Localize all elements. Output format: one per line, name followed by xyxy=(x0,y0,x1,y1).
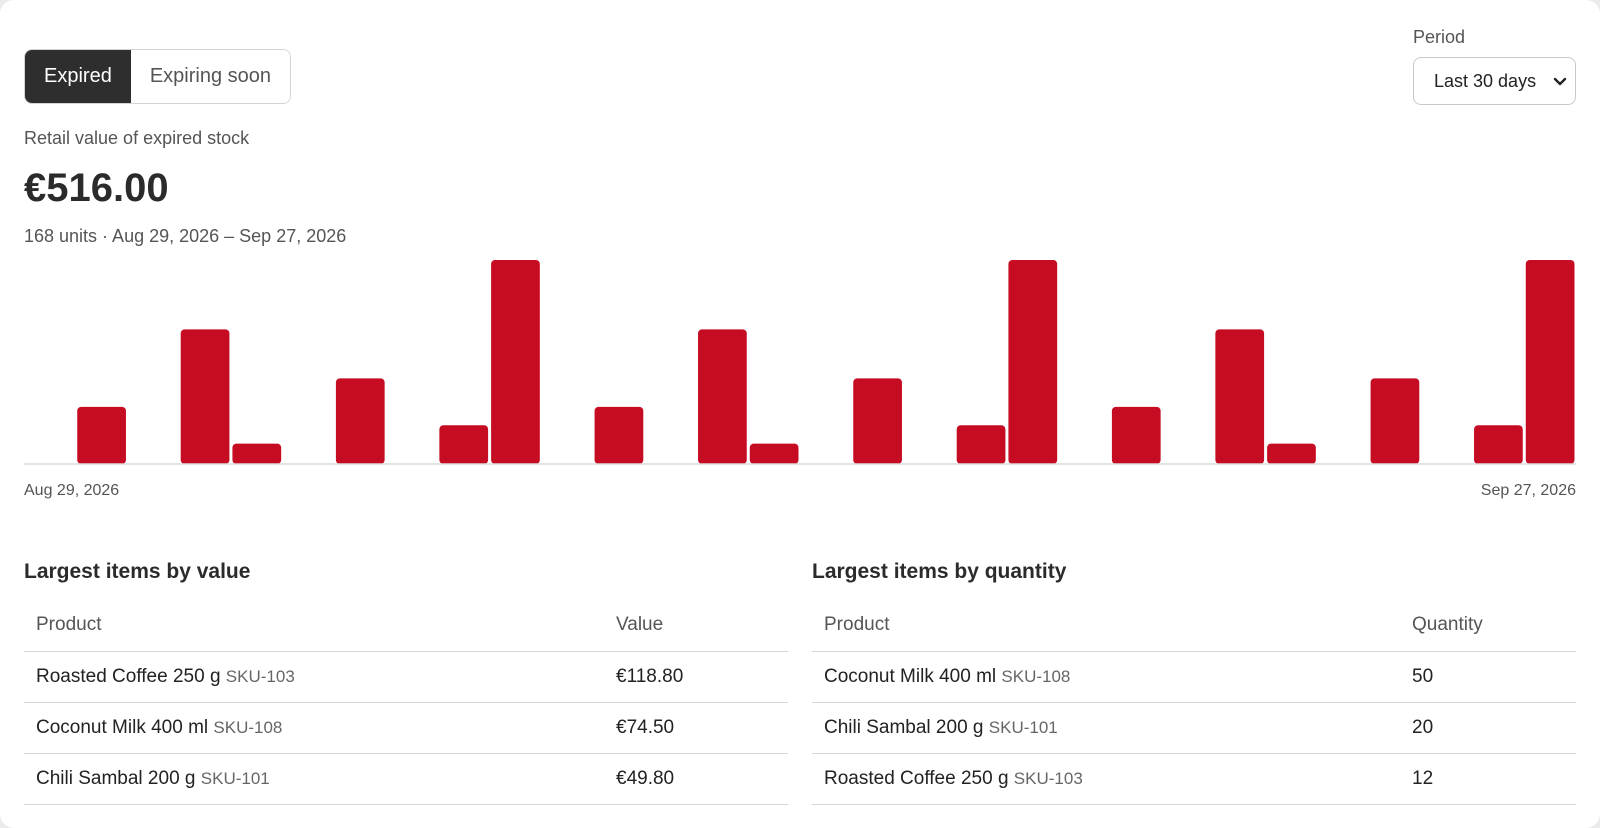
chart-bars xyxy=(77,260,1575,464)
summary-caption: Retail value of expired stock xyxy=(24,128,250,148)
chart-bar[interactable] xyxy=(956,425,1006,464)
quantity-cell: 20 xyxy=(1400,702,1576,754)
value-table: Product Value Roasted Coffee 250 g SKU-1… xyxy=(24,600,788,805)
table-header-row: Product Value xyxy=(24,600,788,652)
product-name: Chili Sambal 200 g xyxy=(36,767,196,789)
quantity-cell: 50 xyxy=(1400,651,1576,703)
table-row[interactable]: Roasted Coffee 250 g SKU-103 €118.80 xyxy=(24,651,788,703)
product-name: Coconut Milk 400 ml xyxy=(824,665,997,687)
chart-bar[interactable] xyxy=(1370,378,1420,464)
period-select[interactable]: Last 30 days xyxy=(1413,57,1576,105)
chart-bar[interactable] xyxy=(180,329,230,464)
chart-bar[interactable] xyxy=(749,443,799,464)
x-axis-start-label: Aug 29, 2026 xyxy=(24,482,120,499)
table-header-row: Product Quantity xyxy=(812,600,1576,652)
summary-subline: 168 units · Aug 29, 2026 – Sep 27, 2026 xyxy=(24,226,347,246)
product-sku: SKU-108 xyxy=(213,717,283,737)
value-cell: €74.50 xyxy=(604,702,788,754)
chart-bar[interactable] xyxy=(1525,260,1575,464)
chart-bar[interactable] xyxy=(335,378,385,464)
product-sku: SKU-103 xyxy=(1013,768,1083,788)
column-header-quantity: Quantity xyxy=(1400,600,1576,652)
section-title: Largest items by quantity xyxy=(812,560,1067,583)
product-sku: SKU-101 xyxy=(200,768,270,788)
product-name: Roasted Coffee 250 g xyxy=(824,767,1009,789)
status-tabs: Expired Expiring soon xyxy=(24,49,291,104)
chart-bar[interactable] xyxy=(853,378,902,464)
product-cell: Coconut Milk 400 ml SKU-108 xyxy=(24,702,604,754)
largest-by-value-section: Largest items by value Product Value Roa… xyxy=(24,560,788,805)
section-title: Largest items by value xyxy=(24,560,251,583)
chart-bar[interactable] xyxy=(1008,260,1058,464)
table-row[interactable]: Chili Sambal 200 g SKU-101 €49.80 xyxy=(24,753,788,805)
product-sku: SKU-108 xyxy=(1001,666,1071,686)
tab-expiring-soon[interactable]: Expiring soon xyxy=(130,50,290,103)
product-name: Roasted Coffee 250 g xyxy=(36,665,221,687)
chart-bar[interactable] xyxy=(1111,406,1161,464)
value-cell: €49.80 xyxy=(604,753,788,805)
chart-bar[interactable] xyxy=(594,406,644,464)
chart-bar[interactable] xyxy=(77,406,126,464)
column-header-product: Product xyxy=(812,600,1400,652)
quantity-table: Product Quantity Coconut Milk 400 ml SKU… xyxy=(812,600,1576,805)
product-cell: Coconut Milk 400 ml SKU-108 xyxy=(812,651,1400,703)
product-name: Coconut Milk 400 ml xyxy=(36,716,209,738)
tab-expired[interactable]: Expired xyxy=(25,50,131,103)
expired-value-bar-chart xyxy=(24,260,1576,465)
chart-bar[interactable] xyxy=(232,443,282,464)
chart-bar[interactable] xyxy=(491,260,540,464)
column-header-value: Value xyxy=(604,600,788,652)
column-header-product: Product xyxy=(24,600,604,652)
table-row[interactable]: Coconut Milk 400 ml SKU-108 €74.50 xyxy=(24,702,788,754)
product-cell: Roasted Coffee 250 g SKU-103 xyxy=(24,651,604,703)
quantity-cell: 12 xyxy=(1400,753,1576,805)
largest-by-quantity-section: Largest items by quantity Product Quanti… xyxy=(812,560,1576,805)
product-cell: Roasted Coffee 250 g SKU-103 xyxy=(812,753,1400,805)
product-name: Chili Sambal 200 g xyxy=(824,716,984,738)
period-label: Period xyxy=(1413,27,1466,47)
period-selected-value: Last 30 days xyxy=(1434,70,1537,91)
table-row[interactable]: Coconut Milk 400 ml SKU-108 50 xyxy=(812,651,1576,703)
x-axis-end-label: Sep 27, 2026 xyxy=(1480,482,1576,499)
chart-bar[interactable] xyxy=(1215,329,1265,464)
product-sku: SKU-103 xyxy=(225,666,295,686)
total-value: €516.00 xyxy=(24,166,169,210)
product-cell: Chili Sambal 200 g SKU-101 xyxy=(812,702,1400,754)
value-cell: €118.80 xyxy=(604,651,788,703)
product-sku: SKU-101 xyxy=(988,717,1058,737)
table-row[interactable]: Roasted Coffee 250 g SKU-103 12 xyxy=(812,753,1576,805)
chevron-down-icon xyxy=(1553,77,1567,86)
chart-bar[interactable] xyxy=(698,329,747,464)
chart-bar[interactable] xyxy=(439,425,489,464)
product-cell: Chili Sambal 200 g SKU-101 xyxy=(24,753,604,805)
chart-bar[interactable] xyxy=(1267,443,1316,464)
chart-bar[interactable] xyxy=(1474,425,1523,464)
expiry-report-card: Expired Expiring soon Period Last 30 day… xyxy=(0,0,1600,828)
table-row[interactable]: Chili Sambal 200 g SKU-101 20 xyxy=(812,702,1576,754)
